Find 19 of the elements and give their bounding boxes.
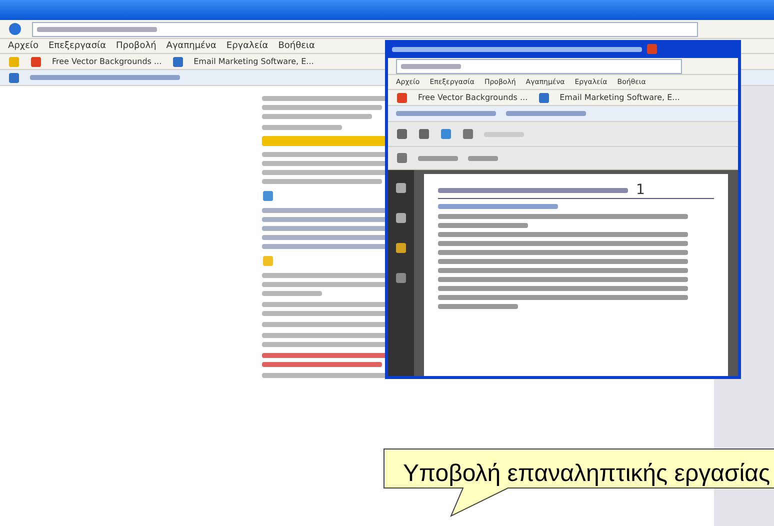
blurred-text	[418, 156, 458, 160]
page-number: 1	[636, 182, 645, 198]
callout-text: Υποβολή επαναληπτικής εργασίας	[403, 460, 770, 488]
menu-item[interactable]: Προβολή	[116, 41, 156, 51]
blurred-text	[262, 291, 322, 296]
menu-item[interactable]: Αγαπημένα	[166, 41, 216, 51]
menu-item[interactable]: Επεξεργασία	[48, 41, 106, 51]
favorite-link[interactable]: Email Marketing Software, E...	[194, 57, 314, 66]
menu-item[interactable]: Αρχείο	[8, 41, 38, 51]
favorite-link[interactable]: Free Vector Backgrounds ...	[418, 93, 528, 102]
blurred-text	[401, 64, 461, 68]
address-field[interactable]	[396, 58, 682, 74]
menu-item[interactable]: Βοήθεια	[278, 41, 315, 51]
menu-item[interactable]: Εργαλεία	[226, 41, 268, 51]
address-field[interactable]	[32, 22, 698, 36]
blurred-text	[468, 156, 498, 160]
blurred-text	[484, 132, 524, 136]
favorite-link[interactable]: Free Vector Backgrounds ...	[52, 57, 162, 66]
favorite-link[interactable]: Email Marketing Software, E...	[560, 93, 680, 102]
